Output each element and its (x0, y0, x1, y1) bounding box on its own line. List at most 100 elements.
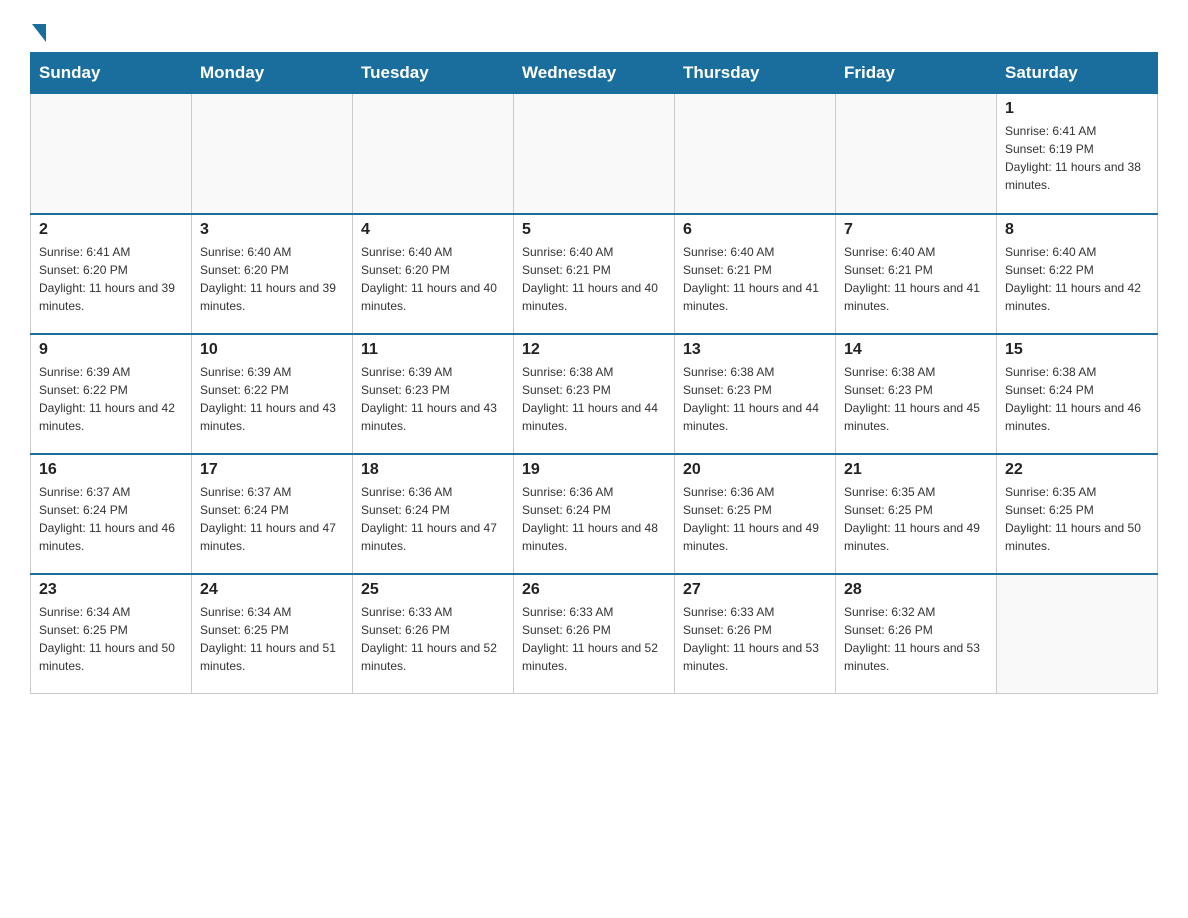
calendar-cell: 8 Sunrise: 6:40 AMSunset: 6:22 PMDaylight… (997, 214, 1158, 334)
logo-text (30, 20, 46, 42)
calendar-cell: 12 Sunrise: 6:38 AMSunset: 6:23 PMDayligh… (514, 334, 675, 454)
calendar-cell: 24 Sunrise: 6:34 AMSunset: 6:25 PMDayligh… (192, 574, 353, 694)
day-number: 20 (683, 461, 827, 479)
day-number: 26 (522, 581, 666, 599)
day-info: Sunrise: 6:41 AMSunset: 6:19 PMDaylight:… (1005, 122, 1149, 194)
day-number: 5 (522, 221, 666, 239)
logo-arrow-icon (32, 24, 46, 42)
day-number: 7 (844, 221, 988, 239)
day-number: 11 (361, 341, 505, 359)
day-info: Sunrise: 6:36 AMSunset: 6:24 PMDaylight:… (522, 483, 666, 555)
day-info: Sunrise: 6:32 AMSunset: 6:26 PMDaylight:… (844, 603, 988, 675)
day-info: Sunrise: 6:40 AMSunset: 6:20 PMDaylight:… (361, 243, 505, 315)
day-info: Sunrise: 6:38 AMSunset: 6:23 PMDaylight:… (522, 363, 666, 435)
day-info: Sunrise: 6:34 AMSunset: 6:25 PMDaylight:… (200, 603, 344, 675)
day-info: Sunrise: 6:39 AMSunset: 6:23 PMDaylight:… (361, 363, 505, 435)
day-number: 28 (844, 581, 988, 599)
weekday-header-tuesday: Tuesday (353, 53, 514, 94)
day-info: Sunrise: 6:41 AMSunset: 6:20 PMDaylight:… (39, 243, 183, 315)
calendar-week-row: 16 Sunrise: 6:37 AMSunset: 6:24 PMDayligh… (31, 454, 1158, 574)
day-info: Sunrise: 6:40 AMSunset: 6:21 PMDaylight:… (522, 243, 666, 315)
calendar-cell (31, 94, 192, 214)
calendar-cell (675, 94, 836, 214)
day-number: 19 (522, 461, 666, 479)
day-info: Sunrise: 6:33 AMSunset: 6:26 PMDaylight:… (522, 603, 666, 675)
day-number: 22 (1005, 461, 1149, 479)
calendar-cell: 23 Sunrise: 6:34 AMSunset: 6:25 PMDayligh… (31, 574, 192, 694)
weekday-header-sunday: Sunday (31, 53, 192, 94)
calendar-cell: 4 Sunrise: 6:40 AMSunset: 6:20 PMDaylight… (353, 214, 514, 334)
calendar-week-row: 2Sunrise: 6:41 AMSunset: 6:20 PMDaylight… (31, 214, 1158, 334)
day-info: Sunrise: 6:38 AMSunset: 6:23 PMDaylight:… (683, 363, 827, 435)
day-info: Sunrise: 6:39 AMSunset: 6:22 PMDaylight:… (39, 363, 183, 435)
calendar-cell: 7Sunrise: 6:40 AMSunset: 6:21 PMDaylight… (836, 214, 997, 334)
calendar-cell: 27 Sunrise: 6:33 AMSunset: 6:26 PMDayligh… (675, 574, 836, 694)
day-number: 14 (844, 341, 988, 359)
calendar-cell: 6 Sunrise: 6:40 AMSunset: 6:21 PMDaylight… (675, 214, 836, 334)
logo (30, 20, 46, 42)
calendar-cell: 10 Sunrise: 6:39 AMSunset: 6:22 PMDayligh… (192, 334, 353, 454)
weekday-header-row: SundayMondayTuesdayWednesdayThursdayFrid… (31, 53, 1158, 94)
day-info: Sunrise: 6:40 AMSunset: 6:22 PMDaylight:… (1005, 243, 1149, 315)
calendar-cell: 2Sunrise: 6:41 AMSunset: 6:20 PMDaylight… (31, 214, 192, 334)
calendar-cell: 3 Sunrise: 6:40 AMSunset: 6:20 PMDaylight… (192, 214, 353, 334)
calendar-cell: 15Sunrise: 6:38 AMSunset: 6:24 PMDayligh… (997, 334, 1158, 454)
calendar-cell: 21 Sunrise: 6:35 AMSunset: 6:25 PMDayligh… (836, 454, 997, 574)
calendar-cell: 11 Sunrise: 6:39 AMSunset: 6:23 PMDayligh… (353, 334, 514, 454)
calendar-cell: 28 Sunrise: 6:32 AMSunset: 6:26 PMDayligh… (836, 574, 997, 694)
day-number: 25 (361, 581, 505, 599)
day-number: 3 (200, 221, 344, 239)
day-number: 13 (683, 341, 827, 359)
weekday-header-thursday: Thursday (675, 53, 836, 94)
day-number: 8 (1005, 221, 1149, 239)
calendar-table: SundayMondayTuesdayWednesdayThursdayFrid… (30, 52, 1158, 694)
day-info: Sunrise: 6:39 AMSunset: 6:22 PMDaylight:… (200, 363, 344, 435)
day-number: 24 (200, 581, 344, 599)
calendar-cell: 5 Sunrise: 6:40 AMSunset: 6:21 PMDaylight… (514, 214, 675, 334)
day-number: 6 (683, 221, 827, 239)
day-number: 16 (39, 461, 183, 479)
day-number: 9 (39, 341, 183, 359)
weekday-header-wednesday: Wednesday (514, 53, 675, 94)
day-number: 21 (844, 461, 988, 479)
day-info: Sunrise: 6:37 AMSunset: 6:24 PMDaylight:… (200, 483, 344, 555)
day-info: Sunrise: 6:35 AMSunset: 6:25 PMDaylight:… (844, 483, 988, 555)
day-info: Sunrise: 6:36 AMSunset: 6:24 PMDaylight:… (361, 483, 505, 555)
calendar-cell: 17 Sunrise: 6:37 AMSunset: 6:24 PMDayligh… (192, 454, 353, 574)
day-info: Sunrise: 6:33 AMSunset: 6:26 PMDaylight:… (683, 603, 827, 675)
calendar-cell (514, 94, 675, 214)
weekday-header-friday: Friday (836, 53, 997, 94)
day-info: Sunrise: 6:40 AMSunset: 6:21 PMDaylight:… (683, 243, 827, 315)
day-info: Sunrise: 6:37 AMSunset: 6:24 PMDaylight:… (39, 483, 183, 555)
calendar-cell: 19 Sunrise: 6:36 AMSunset: 6:24 PMDayligh… (514, 454, 675, 574)
calendar-week-row: 1 Sunrise: 6:41 AMSunset: 6:19 PMDaylight… (31, 94, 1158, 214)
calendar-cell: 22Sunrise: 6:35 AMSunset: 6:25 PMDayligh… (997, 454, 1158, 574)
day-number: 18 (361, 461, 505, 479)
day-info: Sunrise: 6:36 AMSunset: 6:25 PMDaylight:… (683, 483, 827, 555)
calendar-cell: 16 Sunrise: 6:37 AMSunset: 6:24 PMDayligh… (31, 454, 192, 574)
calendar-cell: 25 Sunrise: 6:33 AMSunset: 6:26 PMDayligh… (353, 574, 514, 694)
day-number: 4 (361, 221, 505, 239)
calendar-cell: 13 Sunrise: 6:38 AMSunset: 6:23 PMDayligh… (675, 334, 836, 454)
day-info: Sunrise: 6:38 AMSunset: 6:23 PMDaylight:… (844, 363, 988, 435)
day-info: Sunrise: 6:33 AMSunset: 6:26 PMDaylight:… (361, 603, 505, 675)
calendar-cell (353, 94, 514, 214)
calendar-week-row: 9 Sunrise: 6:39 AMSunset: 6:22 PMDaylight… (31, 334, 1158, 454)
day-number: 17 (200, 461, 344, 479)
calendar-week-row: 23 Sunrise: 6:34 AMSunset: 6:25 PMDayligh… (31, 574, 1158, 694)
day-number: 12 (522, 341, 666, 359)
day-info: Sunrise: 6:40 AMSunset: 6:20 PMDaylight:… (200, 243, 344, 315)
day-number: 10 (200, 341, 344, 359)
day-number: 1 (1005, 100, 1149, 118)
calendar-cell: 14 Sunrise: 6:38 AMSunset: 6:23 PMDayligh… (836, 334, 997, 454)
calendar-cell: 20 Sunrise: 6:36 AMSunset: 6:25 PMDayligh… (675, 454, 836, 574)
day-number: 23 (39, 581, 183, 599)
weekday-header-monday: Monday (192, 53, 353, 94)
calendar-cell: 1 Sunrise: 6:41 AMSunset: 6:19 PMDaylight… (997, 94, 1158, 214)
calendar-cell (192, 94, 353, 214)
calendar-cell (997, 574, 1158, 694)
day-info: Sunrise: 6:34 AMSunset: 6:25 PMDaylight:… (39, 603, 183, 675)
day-number: 15 (1005, 341, 1149, 359)
day-number: 27 (683, 581, 827, 599)
page-header (30, 20, 1158, 42)
